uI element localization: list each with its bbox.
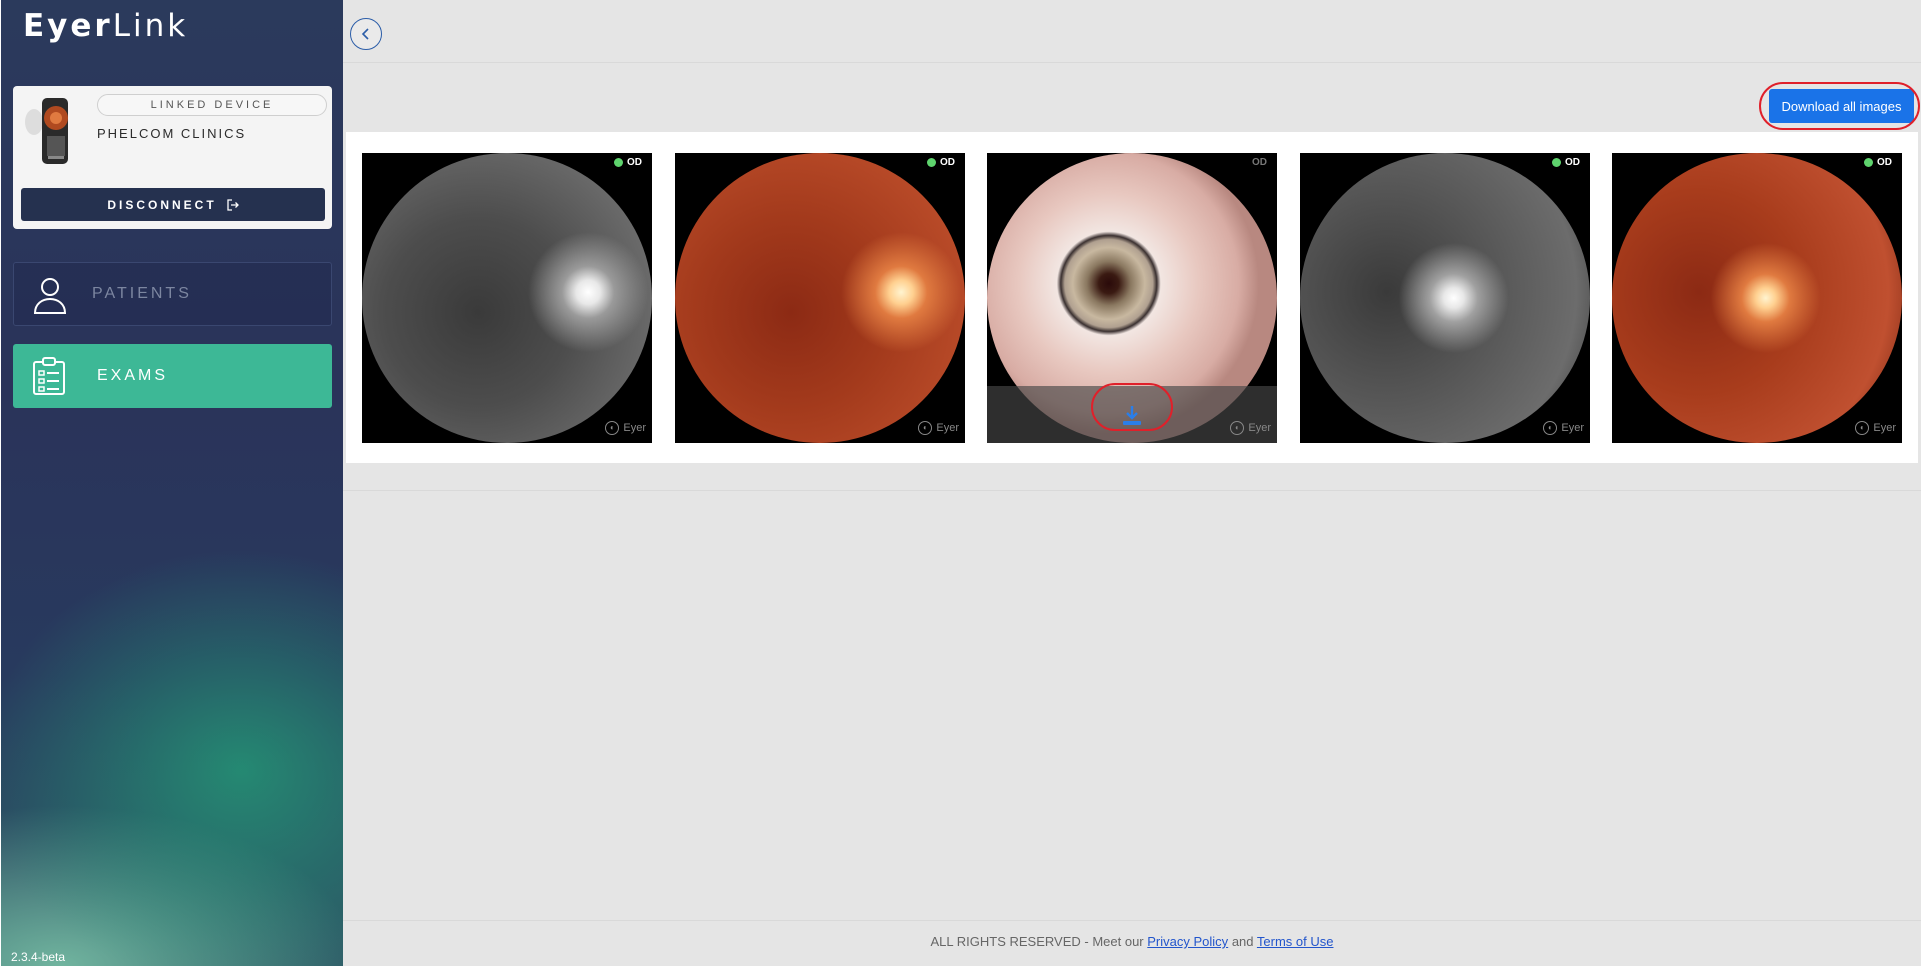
exam-image-thumbnail[interactable]: OD ◐ Eyer [362,153,652,443]
chevron-left-icon [361,28,369,40]
watermark-text: Eyer [623,422,646,434]
linked-device-badge: LINKED DEVICE [97,94,327,116]
app-version: 2.3.4-beta [11,950,66,964]
status-dot [927,158,936,167]
watermark: ◐ Eyer [918,421,959,435]
sidebar-item-patients[interactable]: PATIENTS [13,262,332,326]
watermark-text: Eyer [1248,422,1271,434]
clinic-name: PHELCOM CLINICS [97,126,247,141]
eye-label: OD [1252,157,1267,168]
exam-image-thumbnail[interactable]: OD ◐ Eyer [987,153,1277,443]
eye-badge: OD [1552,157,1580,168]
eye-badge: OD [1864,157,1892,168]
logo-light: Link [112,8,189,44]
eyer-logo-icon: ◐ [1855,421,1870,435]
exam-image-thumbnail[interactable]: OD ◐ Eyer [675,153,965,443]
watermark: ◐ Eyer [605,421,646,435]
watermark: ◐ Eyer [1543,421,1584,435]
status-dot [1552,158,1561,167]
person-icon [33,278,67,314]
download-icon[interactable] [1120,405,1144,427]
eyer-logo-icon: ◐ [918,421,933,435]
eye-label: OD [627,157,642,168]
footer-text: ALL RIGHTS RESERVED - Meet our [930,934,1144,949]
disconnect-label: DISCONNECT [107,197,217,212]
divider [343,490,1921,491]
divider [343,920,1921,921]
eyer-logo-icon: ◐ [1230,421,1245,435]
linked-device-card: LINKED DEVICE PHELCOM CLINICS DISCONNECT [13,86,332,229]
eyer-logo-icon: ◐ [605,421,620,435]
logout-icon [227,198,239,211]
footer-and: and [1231,934,1254,949]
sidebar-item-label: EXAMS [97,367,169,384]
divider [343,62,1921,63]
eye-badge: OD [614,157,642,168]
fundus-image [675,153,965,443]
sidebar-item-exams[interactable]: EXAMS [13,344,332,408]
eye-badge: OD [927,157,955,168]
fundus-image [1300,153,1590,443]
retinal-camera-device-image [25,98,68,164]
status-dot [1864,158,1873,167]
eye-label: OD [1565,157,1580,168]
fundus-image [1612,153,1902,443]
image-gallery: OD ◐ Eyer OD ◐ Eyer OD ◐ Eyer OD ◐ Eyer OD ◐… [346,132,1918,463]
app-logo: EyerLink [23,8,188,44]
sidebar-item-label: PATIENTS [92,285,192,302]
eyer-logo-icon: ◐ [1543,421,1558,435]
disconnect-button[interactable]: DISCONNECT [21,188,325,221]
exam-image-thumbnail[interactable]: OD ◐ Eyer [1612,153,1902,443]
sidebar: EyerLink LINKED DEVICE PHELCOM CLINICS D… [0,0,343,966]
watermark-text: Eyer [1873,422,1896,434]
terms-of-use-link[interactable]: Terms of Use [1257,934,1334,949]
watermark-text: Eyer [1561,422,1584,434]
fundus-image [362,153,652,443]
exam-image-thumbnail[interactable]: OD ◐ Eyer [1300,153,1590,443]
back-button[interactable] [350,18,382,50]
watermark-text: Eyer [936,422,959,434]
watermark: ◐ Eyer [1230,421,1271,435]
eye-label: OD [940,157,955,168]
logo-bold: Eyer [23,8,113,44]
footer: ALL RIGHTS RESERVED - Meet our Privacy P… [343,934,1921,949]
clipboard-checklist-icon [33,357,65,395]
eye-label: OD [1877,157,1892,168]
watermark: ◐ Eyer [1855,421,1896,435]
download-all-images-button[interactable]: Download all images [1769,89,1914,123]
privacy-policy-link[interactable]: Privacy Policy [1147,934,1228,949]
eye-badge: OD [1252,157,1267,168]
status-dot [614,158,623,167]
